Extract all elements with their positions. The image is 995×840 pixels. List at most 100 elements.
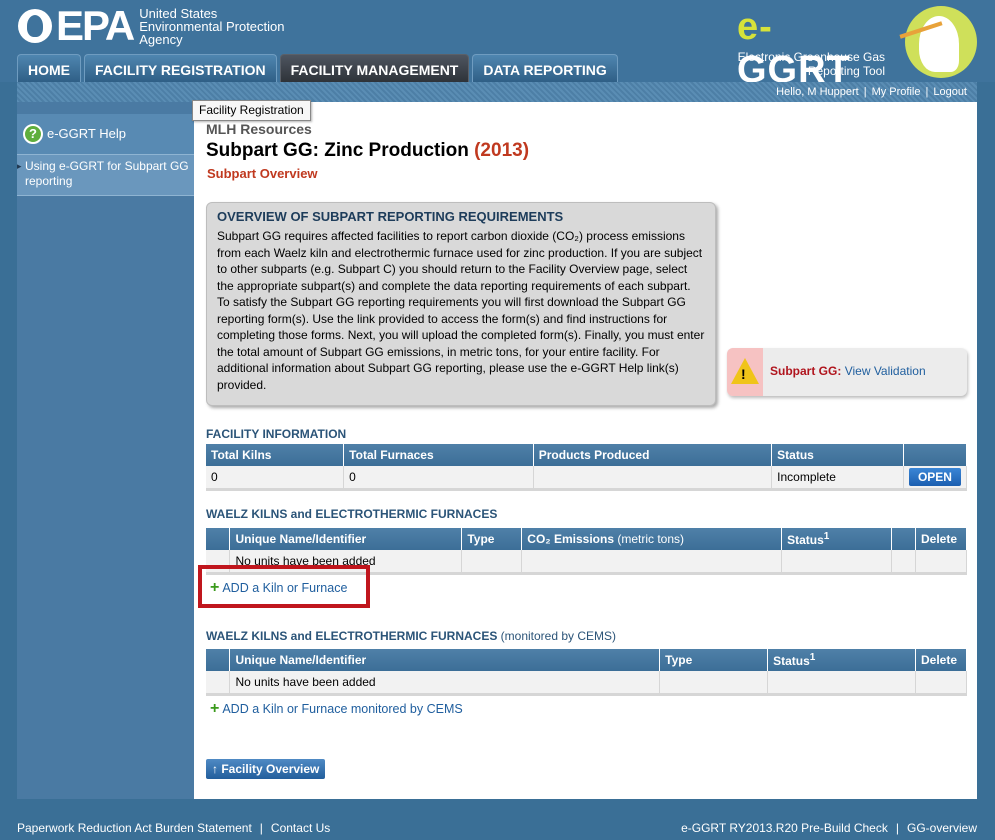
co2-unit: (metric tons) (617, 532, 685, 546)
status-label: Status (787, 533, 824, 547)
cell-type (461, 550, 523, 575)
tab-data-reporting[interactable]: DATA REPORTING (472, 54, 618, 82)
status-footnote: 1 (809, 652, 816, 663)
user-greeting: Hello, M Huppert (776, 86, 859, 98)
agency-line-1: United States (139, 5, 218, 21)
heron-logo-icon (899, 6, 977, 78)
col-type: Type (659, 649, 769, 671)
table-header-row: Unique Name/Identifier Type Status1 Dele… (206, 649, 968, 671)
facility-overview-label: Facility Overview (221, 762, 320, 776)
col-co2-emissions: CO₂ Emissions (metric tons) (521, 528, 783, 550)
arrow-up-icon: ↑ (212, 762, 218, 776)
eggrt-subtitle-2: Reporting Tool (807, 64, 885, 78)
table-row: 0 0 Incomplete OPEN (206, 466, 968, 491)
cell-status: Incomplete (771, 466, 904, 491)
col-select (206, 528, 231, 550)
cems-table: Unique Name/Identifier Type Status1 Dele… (206, 649, 968, 696)
validation-label: Subpart GG: (770, 364, 842, 378)
help-header[interactable]: ? e-GGRT Help (17, 114, 194, 154)
agency-line-2: Environmental Protection (139, 18, 285, 34)
col-status: Status (771, 444, 904, 466)
tab-facility-management[interactable]: FACILITY MANAGEMENT (279, 54, 470, 82)
help-title: e-GGRT Help (47, 126, 126, 141)
main-nav: HOME FACILITY REGISTRATION FACILITY MANA… (17, 54, 618, 82)
col-type: Type (461, 528, 523, 550)
view-validation-link[interactable]: View Validation (845, 364, 926, 378)
status-footnote: 1 (823, 531, 830, 542)
tab-home[interactable]: HOME (17, 54, 81, 82)
epa-seal-icon (18, 9, 52, 43)
tab-tooltip: Facility Registration (192, 100, 311, 121)
agency-line-3: Agency (139, 31, 183, 47)
help-link-subpart-gg[interactable]: Using e-GGRT for Subpart GG reporting (17, 154, 194, 196)
footer-right: e-GGRT RY2013.R20 Pre-Build Check | GG-ove… (681, 821, 977, 835)
cell-empty-message: No units have been added (229, 671, 661, 696)
contact-us-link[interactable]: Contact Us (271, 821, 330, 835)
separator: | (259, 821, 263, 835)
facility-info-title: FACILITY INFORMATION (206, 427, 347, 441)
epa-wordmark: EPA (56, 2, 135, 49)
col-unique-name: Unique Name/Identifier (229, 649, 661, 671)
validation-text: Subpart GG: View Validation (770, 364, 926, 378)
col-total-furnaces: Total Furnaces (343, 444, 534, 466)
eggrt-logo: e-GGRT Electronic Greenhouse Gas Reporti… (737, 6, 977, 91)
col-select (206, 649, 231, 671)
add-cems-kiln-link[interactable]: + ADD a Kiln or Furnace monitored by CEMS (210, 701, 463, 717)
cell-action: OPEN (903, 466, 968, 491)
col-delete: Delete (915, 528, 968, 550)
page-subtitle: Subpart Overview (207, 166, 318, 181)
col-products-produced: Products Produced (533, 444, 773, 466)
reporting-year: (2013) (474, 140, 530, 161)
eggrt-wordmark: e-GGRT (737, 6, 885, 92)
cems-section-title: WAELZ KILNS and ELECTROTHERMIC FURNACES … (206, 629, 616, 643)
warning-area: ! (727, 348, 763, 396)
user-links: Hello, M Huppert | My Profile | Logout (776, 86, 967, 98)
validation-panel: ! Subpart GG: View Validation (727, 348, 967, 396)
overview-heading: OVERVIEW OF SUBPART REPORTING REQUIREMEN… (217, 209, 564, 224)
eggrt-subtitle-1: Electronic Greenhouse Gas (737, 50, 885, 64)
status-label: Status (773, 654, 810, 668)
sidebar: ? e-GGRT Help Using e-GGRT for Subpart G… (17, 102, 194, 799)
cell-status (781, 550, 892, 575)
overview-text: Subpart GG requires affected facilities … (217, 229, 705, 392)
cell-total-furnaces: 0 (343, 466, 534, 491)
cell-delete (915, 550, 968, 575)
epa-logo[interactable]: EPA United States Environmental Protecti… (18, 2, 285, 49)
open-button[interactable]: OPEN (908, 467, 961, 486)
user-bar: Hello, M Huppert | My Profile | Logout (17, 82, 977, 102)
paperwork-link[interactable]: Paperwork Reduction Act Burden Statement (17, 821, 252, 835)
tab-facility-registration[interactable]: FACILITY REGISTRATION (84, 54, 277, 82)
highlight-box (198, 565, 370, 608)
main-content: MLH Resources Subpart GG: Zinc Productio… (194, 102, 977, 799)
eggrt-prefix: e- (737, 6, 773, 48)
col-unique-name: Unique Name/Identifier (229, 528, 463, 550)
facility-info-table: Total Kilns Total Furnaces Products Prod… (206, 444, 968, 491)
page-title: Subpart GG: Zinc Production (2013) (206, 140, 529, 162)
organization-name: MLH Resources (206, 121, 312, 137)
col-status: Status1 (767, 649, 916, 671)
build-info: e-GGRT RY2013.R20 Pre-Build Check (681, 821, 888, 835)
my-profile-link[interactable]: My Profile (872, 86, 921, 98)
logout-link[interactable]: Logout (933, 86, 967, 98)
help-icon: ? (23, 124, 43, 144)
col-delete: Delete (915, 649, 968, 671)
page-title-text: Subpart GG: Zinc Production (206, 140, 469, 161)
cell-blank (891, 550, 916, 575)
cell-total-kilns: 0 (206, 466, 345, 491)
facility-overview-button[interactable]: ↑ Facility Overview (206, 759, 326, 779)
cell-co2 (521, 550, 783, 575)
cems-title-text: WAELZ KILNS and ELECTROTHERMIC FURNACES (206, 629, 498, 643)
col-status: Status1 (781, 528, 892, 550)
cell-delete (915, 671, 968, 696)
co2-label: CO₂ Emissions (527, 532, 614, 546)
agency-name: United States Environmental Protection A… (139, 7, 284, 46)
header: EPA United States Environmental Protecti… (0, 0, 995, 91)
separator: | (925, 86, 929, 98)
page-id: GG-overview (906, 821, 977, 835)
table-header-row: Unique Name/Identifier Type CO₂ Emission… (206, 528, 968, 550)
cell-products-produced (533, 466, 773, 491)
separator: | (895, 821, 899, 835)
footer: Paperwork Reduction Act Burden Statement… (0, 815, 995, 840)
overview-panel: OVERVIEW OF SUBPART REPORTING REQUIREMEN… (206, 202, 716, 406)
table-row: No units have been added (206, 671, 968, 696)
